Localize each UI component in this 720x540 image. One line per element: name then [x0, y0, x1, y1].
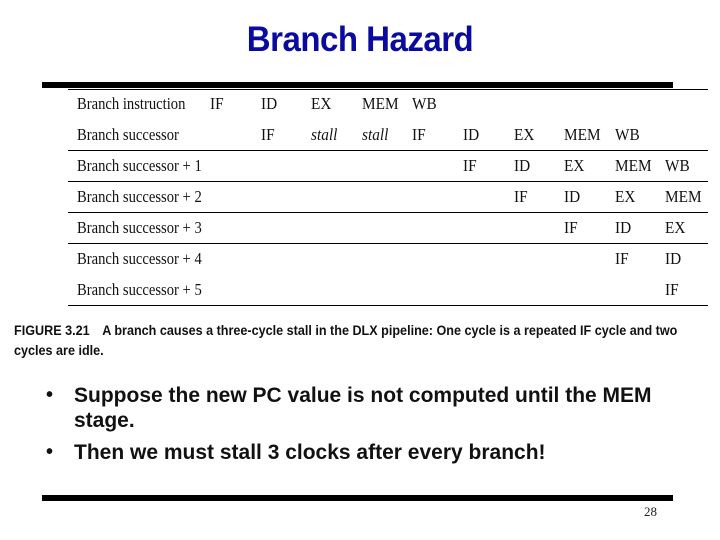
- bullet-dot-icon: •: [46, 384, 54, 406]
- row-rule: [68, 181, 708, 182]
- stage-cell: ID: [564, 187, 581, 206]
- top-divider: [42, 82, 673, 88]
- page-number: 28: [644, 504, 657, 519]
- bullet-text: Then we must stall 3 clocks after every …: [74, 441, 546, 464]
- stage-cell: ID: [614, 218, 631, 237]
- row-label: Branch successor + 1: [77, 156, 202, 175]
- stage-cell: WB: [412, 94, 438, 113]
- stage-cell: IF: [260, 125, 275, 144]
- row-label: Branch successor + 5: [77, 280, 202, 299]
- stage-cell: IF: [412, 125, 427, 144]
- caption-text: A branch causes a three-cycle stall in t…: [14, 322, 678, 358]
- bullet-list: • Suppose the new PC value is not comput…: [46, 383, 686, 472]
- stage-cell: IF: [665, 280, 680, 299]
- stage-cell: IF: [463, 156, 477, 175]
- figure-number: FIGURE 3.21: [14, 322, 90, 338]
- table-row: Branch instruction IF ID EX MEM WB: [68, 90, 708, 120]
- row-rule: [68, 243, 708, 244]
- row-rule: [68, 150, 708, 151]
- row-label: Branch successor + 4: [77, 249, 202, 268]
- stage-cell: EX: [614, 187, 636, 206]
- stage-cell: ID: [260, 94, 277, 113]
- stage-cell: WB: [665, 156, 691, 175]
- table-row: Branch successor + 1 IF ID EX MEM WB: [68, 152, 708, 182]
- bullet-item: • Suppose the new PC value is not comput…: [46, 383, 686, 433]
- row-label: Branch successor + 3: [77, 218, 202, 237]
- stage-cell: IF: [513, 187, 528, 206]
- row-rule: [68, 212, 708, 213]
- stage-cell: EX: [564, 156, 585, 175]
- stage-cell: IF: [564, 218, 578, 237]
- slide-title: Branch Hazard: [246, 18, 474, 59]
- stage-cell: MEM: [665, 187, 702, 206]
- bullet-dot-icon: •: [46, 441, 54, 463]
- bottom-divider: [42, 495, 673, 501]
- stage-cell: MEM: [564, 125, 601, 144]
- stage-cell: EX: [665, 218, 686, 237]
- stage-cell: IF: [210, 94, 224, 113]
- table-bottom-rule: [68, 305, 708, 306]
- figure-caption: FIGURE 3.21 A branch causes a three-cycle…: [14, 320, 716, 360]
- stage-cell: MEM: [361, 94, 399, 113]
- stage-cell: ID: [513, 156, 530, 175]
- stage-cell: ID: [463, 125, 480, 144]
- table-row: Branch successor + 5 IF: [68, 276, 708, 306]
- stage-cell: MEM: [614, 156, 652, 175]
- stage-cell: EX: [513, 125, 534, 144]
- stage-cell: stall: [311, 125, 338, 144]
- stage-cell: stall: [361, 125, 389, 144]
- table-row: Branch successor + 3 IF ID EX: [68, 214, 708, 244]
- bullet-item: • Then we must stall 3 clocks after ever…: [46, 440, 686, 465]
- stage-cell: ID: [665, 249, 682, 268]
- table-row: Branch successor + 2 IF ID EX MEM: [68, 183, 708, 213]
- table-row: Branch successor + 4 IF ID: [68, 245, 708, 275]
- stage-cell: EX: [311, 94, 332, 113]
- row-label: Branch successor: [77, 125, 179, 144]
- stage-cell: WB: [614, 125, 640, 144]
- row-label: Branch successor + 2: [77, 187, 202, 206]
- bullet-text: Suppose the new PC value is not computed…: [74, 384, 652, 432]
- table-row: Branch successor IF stall stall IF ID EX MEM WB: [68, 121, 708, 151]
- row-label: Branch instruction: [77, 94, 186, 113]
- stage-cell: IF: [614, 249, 629, 268]
